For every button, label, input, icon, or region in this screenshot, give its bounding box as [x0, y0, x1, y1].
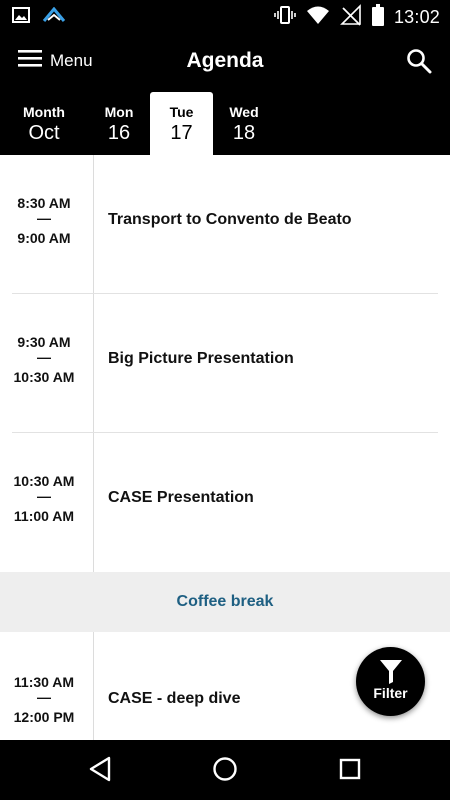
break-label: Coffee break — [176, 593, 274, 610]
search-button[interactable] — [406, 48, 432, 79]
session-title: Transport to Convento de Beato — [108, 211, 352, 228]
session-end-time: 11:00 AM — [13, 508, 75, 524]
session-start-time: 9:30 AM — [17, 334, 71, 350]
tab-label: Mon — [104, 104, 134, 120]
tab-label: Month — [23, 104, 65, 120]
session-title: CASE Presentation — [108, 489, 254, 506]
time-separator: — — [37, 689, 51, 705]
tab-value: 18 — [232, 122, 256, 144]
session-item[interactable]: 9:30 AM — 10:30 AM Big Picture Presentat… — [0, 294, 450, 433]
filter-button[interactable]: Filter — [356, 647, 425, 716]
time-column: 8:30 AM — 9:00 AM — [0, 155, 94, 294]
battery-icon — [371, 4, 384, 31]
recents-button[interactable] — [338, 756, 362, 787]
vibrate-icon — [274, 4, 296, 31]
tab-value: 16 — [107, 122, 131, 144]
back-button[interactable] — [88, 756, 112, 787]
time-separator: — — [37, 210, 51, 226]
tab-tue-17-selected[interactable]: Tue 17 — [150, 92, 213, 155]
session-start-time: 10:30 AM — [13, 473, 75, 489]
home-circle-icon — [212, 757, 238, 786]
tab-value: 17 — [170, 122, 193, 144]
tab-month[interactable]: Month Oct — [14, 92, 74, 155]
session-item[interactable]: 8:30 AM — 9:00 AM Transport to Convento … — [0, 155, 450, 294]
session-title: CASE - deep dive — [108, 690, 241, 707]
time-column: 11:30 AM — 12:00 PM — [0, 632, 94, 740]
filter-label: Filter — [373, 685, 408, 701]
back-triangle-icon — [88, 756, 112, 786]
day-tabs: Month Oct Mon 16 Tue 17 Wed 18 — [0, 92, 450, 155]
time-column: 9:30 AM — 10:30 AM — [0, 294, 94, 433]
session-end-time: 9:00 AM — [17, 230, 71, 246]
status-bar: 13:02 — [0, 0, 450, 32]
tab-label: Tue — [169, 104, 194, 120]
break-item[interactable]: Coffee break — [0, 572, 450, 632]
session-item[interactable]: 10:30 AM — 11:00 AM CASE Presentation — [0, 433, 450, 572]
tab-wed-18[interactable]: Wed 18 — [222, 92, 266, 155]
page-title: Agenda — [186, 49, 264, 72]
tab-value: Oct — [28, 122, 60, 144]
app-bar: Menu Agenda — [0, 32, 450, 92]
tab-label: Wed — [229, 104, 259, 120]
search-icon — [406, 49, 432, 78]
session-end-time: 10:30 AM — [13, 369, 75, 385]
session-start-time: 8:30 AM — [17, 195, 71, 211]
recents-square-icon — [338, 758, 362, 786]
navigation-bar — [0, 740, 450, 800]
home-button[interactable] — [212, 756, 238, 787]
session-title: Big Picture Presentation — [108, 350, 294, 367]
status-time: 13:02 — [393, 7, 440, 27]
wifi-icon — [306, 5, 330, 30]
app-notification-icon — [42, 6, 66, 28]
time-column: 10:30 AM — 11:00 AM — [0, 433, 94, 572]
session-end-time: 12:00 PM — [13, 709, 75, 725]
time-separator: — — [37, 349, 51, 365]
tab-mon-16[interactable]: Mon 16 — [96, 92, 142, 155]
time-separator: — — [37, 488, 51, 504]
no-signal-icon — [340, 4, 362, 31]
session-start-time: 11:30 AM — [13, 674, 75, 690]
image-icon — [12, 7, 30, 28]
